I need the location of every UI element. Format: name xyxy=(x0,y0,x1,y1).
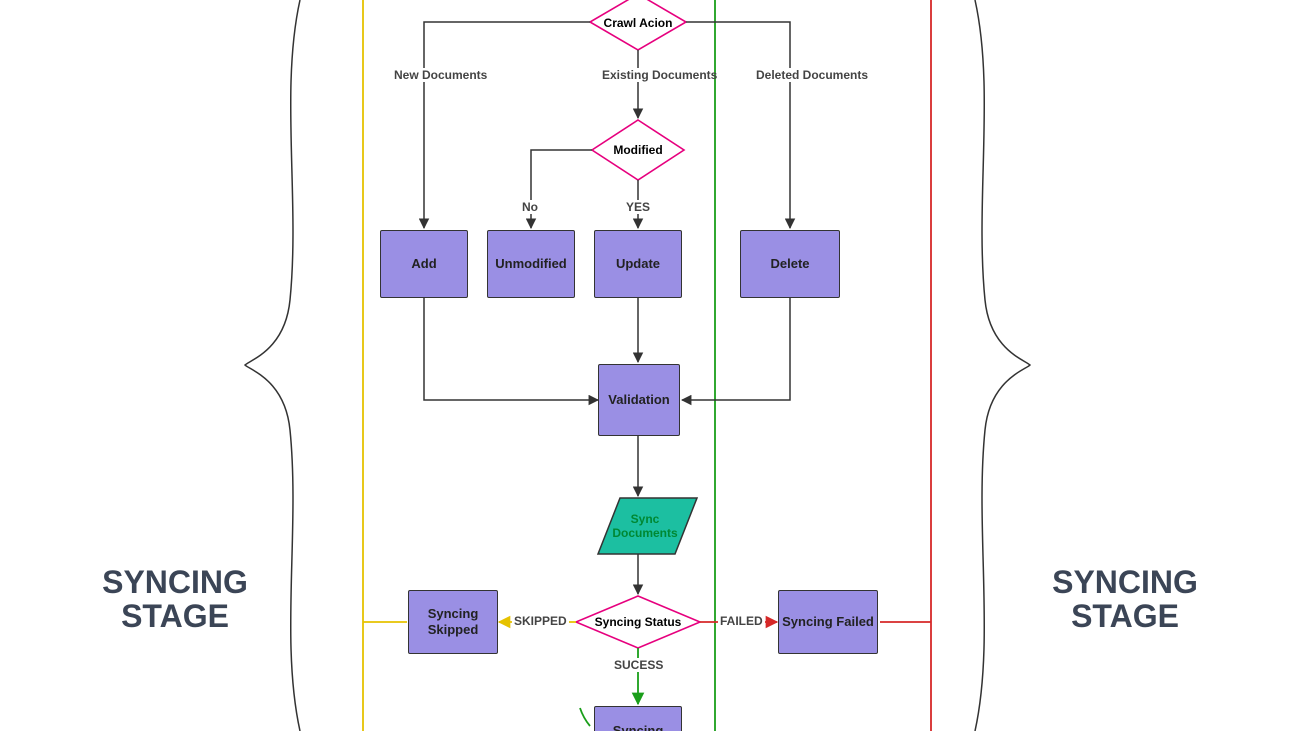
edge-existing-label: Existing Documents xyxy=(600,68,680,82)
add-node: Add xyxy=(380,230,468,298)
edge-yes-label: YES xyxy=(624,200,652,214)
syncing-failed-node: Syncing Failed xyxy=(778,590,878,654)
syncing-success-node: Syncing xyxy=(594,706,682,731)
validation-node: Validation xyxy=(598,364,680,436)
syncing-status-label: Syncing Status xyxy=(590,607,686,637)
update-node: Update xyxy=(594,230,682,298)
sync-documents-label: Sync Documents xyxy=(605,505,685,547)
delete-node: Delete xyxy=(740,230,840,298)
flowchart-canvas: Crawl Acion Modified Syncing Status Sync… xyxy=(0,0,1300,731)
unmodified-node: Unmodified xyxy=(487,230,575,298)
modified-label: Modified xyxy=(600,138,676,162)
edge-success-label: SUCESS xyxy=(612,658,665,672)
edge-new-label: New Documents xyxy=(392,68,466,82)
stage-label-right: SYNCING STAGE xyxy=(1045,566,1205,633)
crawl-action-label: Crawl Acion xyxy=(595,4,681,42)
edge-no-label: No xyxy=(520,200,540,214)
edge-failed-label: FAILED xyxy=(718,614,765,628)
edge-skipped-label: SKIPPED xyxy=(512,614,569,628)
stage-label-left: SYNCING STAGE xyxy=(95,566,255,633)
edge-deleted-label: Deleted Documents xyxy=(754,68,834,82)
syncing-skipped-node: Syncing Skipped xyxy=(408,590,498,654)
